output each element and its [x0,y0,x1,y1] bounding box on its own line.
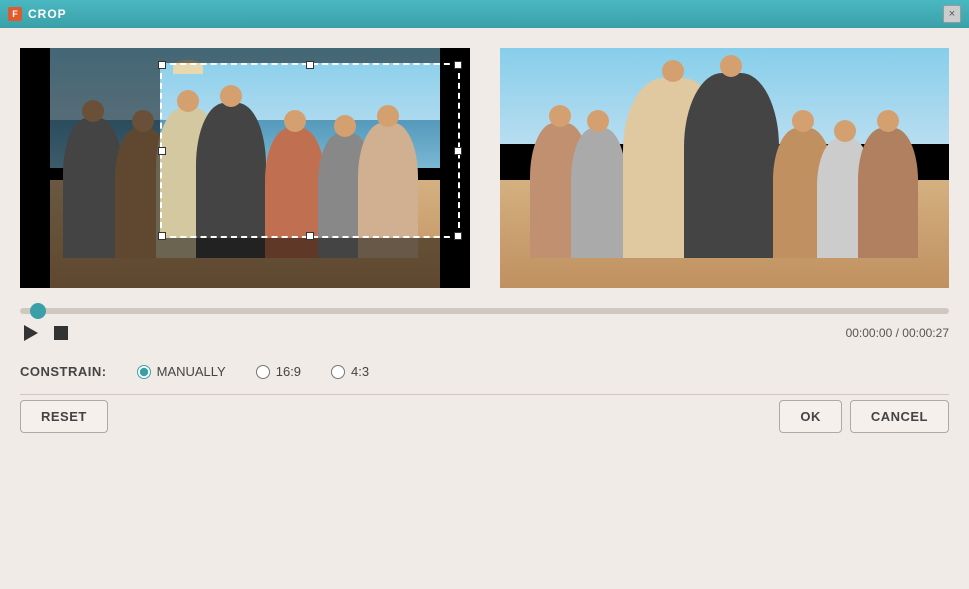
figure-head [792,110,814,132]
radio-label-manually: MANUALLY [157,364,226,379]
figure-head [284,110,306,132]
right-video-panel [500,48,950,288]
constrain-label: CONSTRAIN: [20,364,107,379]
timeline-thumb[interactable] [30,303,46,319]
close-button[interactable]: × [943,5,961,23]
app-icon: F [8,7,22,21]
stop-button[interactable] [50,322,72,344]
figure [684,73,779,258]
btn-right-group: OK CANCEL [779,400,949,433]
title-bar: F CROP × [0,0,969,28]
radio-group-16-9[interactable]: 16:9 [256,364,301,379]
crowd-right [522,98,927,258]
timecode: 00:00:00 / 00:00:27 [846,326,949,340]
figure-head [177,90,199,112]
figure-head [877,110,899,132]
panel-divider [480,48,490,288]
figure-head [220,85,242,107]
play-icon [24,325,38,341]
left-video-panel[interactable] [20,48,470,288]
figure-head [549,105,571,127]
radio-label-16-9: 16:9 [276,364,301,379]
video-panels [20,48,949,288]
crop-mask-bottom [20,238,470,288]
figure-head [720,55,742,77]
title-bar-left: F CROP [8,7,67,21]
reset-button[interactable]: RESET [20,400,108,433]
crop-mask-left-side [50,63,160,238]
crop-mask-top [20,48,470,63]
main-content: 00:00:00 / 00:00:27 CONSTRAIN: MANUALLY … [0,28,969,443]
figure-head [334,115,356,137]
radio-4-3[interactable] [331,365,345,379]
playback-controls: 00:00:00 / 00:00:27 [20,322,949,344]
figure-head [834,120,856,142]
figure-head [662,60,684,82]
timeline-slider[interactable] [20,308,949,314]
figure-head [587,110,609,132]
ok-button[interactable]: OK [779,400,842,433]
radio-group-4-3[interactable]: 4:3 [331,364,369,379]
playback-left [20,322,72,344]
figure [858,128,918,258]
figure [571,128,626,258]
figure-head [377,105,399,127]
play-button[interactable] [20,322,42,344]
stop-icon [54,326,68,340]
bottom-bar: RESET OK CANCEL [20,394,949,443]
window-title: CROP [28,7,67,21]
radio-label-4-3: 4:3 [351,364,369,379]
cancel-button[interactable]: CANCEL [850,400,949,433]
radio-group-manually[interactable]: MANUALLY [137,364,226,379]
slider-area: 00:00:00 / 00:00:27 [20,298,949,349]
radio-16-9[interactable] [256,365,270,379]
figure [196,103,266,258]
constrain-bar: CONSTRAIN: MANUALLY 16:9 4:3 [20,349,949,394]
radio-manually[interactable] [137,365,151,379]
photo-right [500,48,950,288]
